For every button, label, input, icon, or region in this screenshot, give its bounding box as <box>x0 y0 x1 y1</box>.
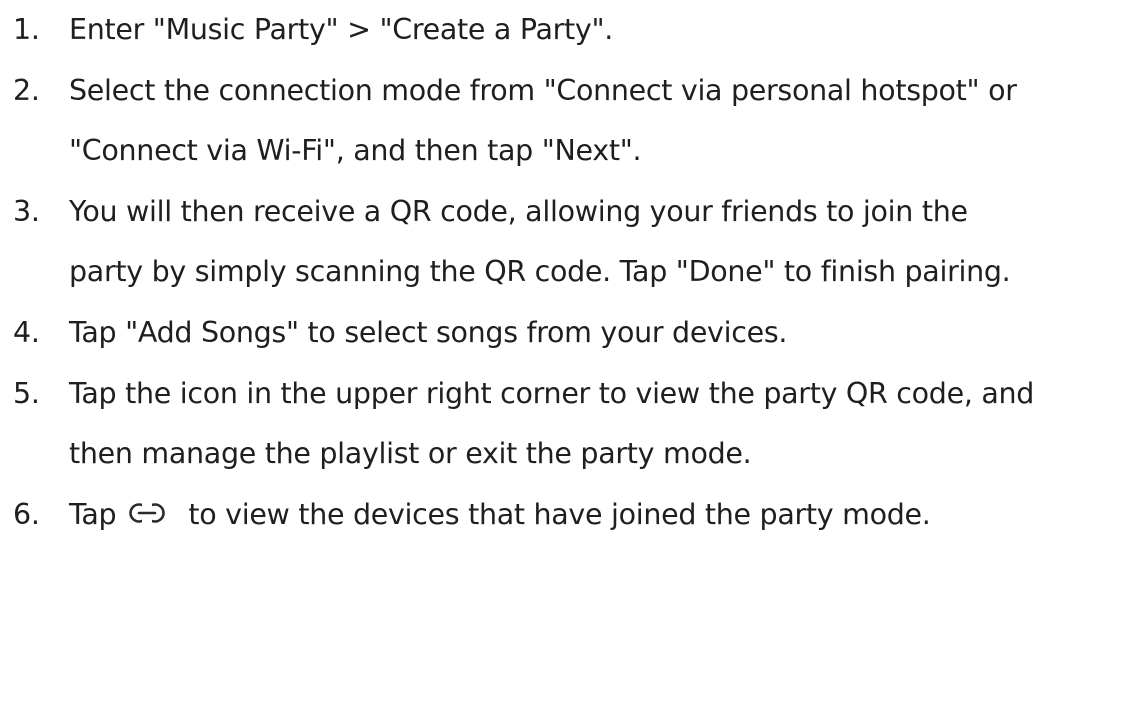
step-text-line: Tap the icon in the upper right corner t… <box>69 377 1035 410</box>
step-2: 2. Select the connection mode from "Conn… <box>0 61 1122 181</box>
step-1: 1. Enter "Music Party" > "Create a Party… <box>0 0 1122 60</box>
step-5: 5. Tap the icon in the upper right corne… <box>0 364 1122 484</box>
step-number: 4. <box>13 316 40 349</box>
step-6: 6. Tap to view the devices that have joi… <box>0 485 1122 545</box>
step-number: 3. <box>13 195 40 228</box>
link-icon <box>128 486 166 524</box>
step-text-line: You will then receive a QR code, allowin… <box>69 195 968 228</box>
step-text-line: then manage the playlist or exit the par… <box>69 437 752 470</box>
step-number: 2. <box>13 74 40 107</box>
step-text: Tap <box>69 498 117 531</box>
step-4: 4. Tap "Add Songs" to select songs from … <box>0 303 1122 363</box>
step-3: 3. You will then receive a QR code, allo… <box>0 182 1122 302</box>
step-text-line: "Connect via Wi-Fi", and then tap "Next"… <box>69 134 642 167</box>
step-text-line: Tap "Add Songs" to select songs from you… <box>69 316 788 349</box>
step-number: 5. <box>13 377 40 410</box>
step-number: 1. <box>13 13 40 46</box>
step-text-line: Tap to view the devices that have joined… <box>69 485 1122 545</box>
instruction-list: 1. Enter "Music Party" > "Create a Party… <box>0 0 1122 545</box>
step-text: to view the devices that have joined the… <box>188 498 931 531</box>
step-number: 6. <box>13 498 40 531</box>
step-text-line: Enter "Music Party" > "Create a Party". <box>69 13 614 46</box>
step-text-line: Select the connection mode from "Connect… <box>69 74 1017 107</box>
step-text-line: party by simply scanning the QR code. Ta… <box>69 255 1011 288</box>
